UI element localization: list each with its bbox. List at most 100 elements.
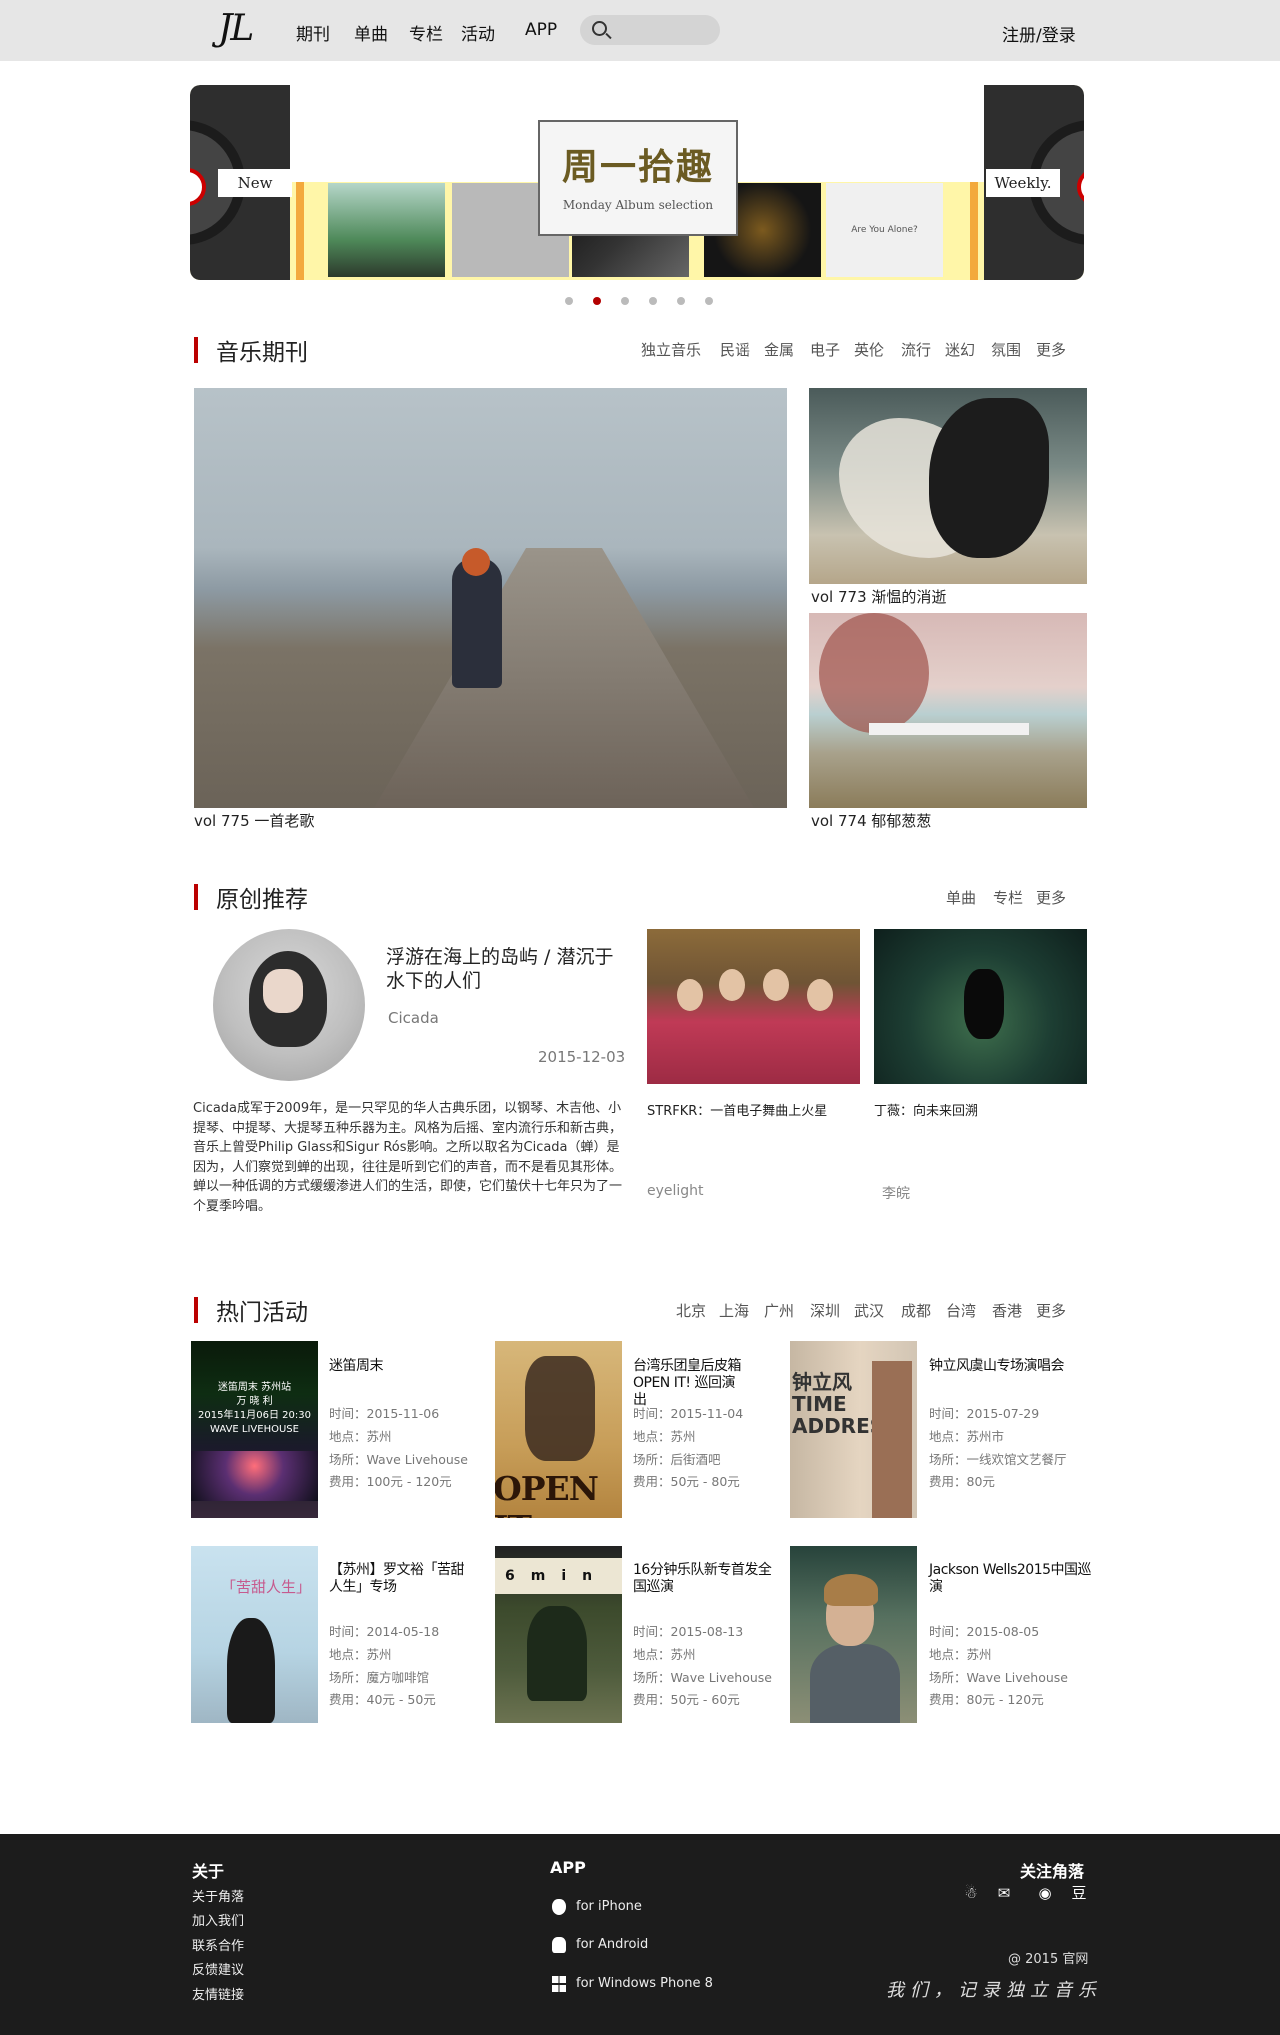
event-poster[interactable]: 迷笛周末 苏州站 万 晓 利 2015年11月06日 20:30 WAVE LI… — [191, 1341, 318, 1518]
section-accent-bar — [194, 884, 198, 910]
carousel-dot[interactable] — [565, 297, 573, 305]
event-title[interactable]: 迷笛周末 — [329, 1358, 489, 1375]
poster-text: 「苦甜人生」 — [221, 1578, 312, 1596]
footer-link-about[interactable]: 关于角落 — [192, 1886, 244, 1905]
event-title[interactable]: 钟立风虞山专场演唱会 — [929, 1358, 1089, 1375]
journal-side-image-1[interactable] — [809, 388, 1087, 584]
banner-carousel[interactable]: New Weekly. Are You Alone? 周一拾趣 Monday A… — [190, 85, 1084, 280]
footer-link-join[interactable]: 加入我们 — [192, 1910, 244, 1929]
journal-tag-pop[interactable]: 流行 — [901, 339, 931, 360]
feature-title[interactable]: 浮游在海上的岛屿 / 潜沉于水下的人们 — [386, 945, 626, 993]
footer-app-windows[interactable]: for Windows Phone 8 — [576, 1976, 713, 1991]
event-time: 时间：2015-11-06 — [329, 1406, 440, 1421]
city-wuhan[interactable]: 武汉 — [854, 1300, 884, 1321]
event-place: 地点：苏州 — [633, 1429, 696, 1444]
footer-app-android[interactable]: for Android — [576, 1937, 648, 1952]
city-shanghai[interactable]: 上海 — [719, 1300, 749, 1321]
event-venue: 场所：一线欢馆文艺餐厅 — [929, 1452, 1067, 1467]
city-chengdu[interactable]: 成都 — [901, 1300, 931, 1321]
journal-tag-ambient[interactable]: 氛围 — [991, 339, 1021, 360]
journal-tag-indie[interactable]: 独立音乐 — [641, 339, 701, 360]
search-box[interactable] — [580, 15, 720, 45]
city-taiwan[interactable]: 台湾 — [946, 1300, 976, 1321]
search-input[interactable] — [616, 19, 712, 41]
event-poster[interactable]: 6min — [495, 1546, 622, 1723]
weibo-icon[interactable]: ◉ — [1036, 1884, 1054, 1902]
footer-link-friends[interactable]: 友情链接 — [192, 1984, 244, 2003]
journal-main-image[interactable] — [194, 388, 787, 808]
event-poster[interactable]: 钟立风 TIME ADDRESS — [790, 1341, 917, 1518]
event-time: 时间：2015-08-13 — [633, 1624, 744, 1639]
nav-journal[interactable]: 期刊 — [296, 20, 330, 45]
footer-link-contact[interactable]: 联系合作 — [192, 1935, 244, 1954]
journal-main-caption[interactable]: vol 775 一首老歌 — [194, 810, 314, 831]
event-place: 地点：苏州市 — [929, 1429, 1005, 1444]
feature-artist[interactable]: Cicada — [388, 1009, 439, 1027]
event-title[interactable]: 台湾乐团皇后皮箱 OPEN IT! 巡回演出 — [633, 1358, 748, 1409]
journal-side-image-2[interactable] — [809, 613, 1087, 808]
rec-caption-2[interactable]: 丁薇：向未来回溯 — [874, 1100, 978, 1119]
windows-icon — [552, 1976, 566, 1992]
artist-avatar[interactable] — [213, 929, 365, 1081]
original-tab-columns[interactable]: 专栏 — [993, 887, 1023, 908]
album-cover[interactable] — [328, 183, 445, 277]
section-title-journal: 音乐期刊 — [216, 340, 308, 366]
original-tab-singles[interactable]: 单曲 — [946, 887, 976, 908]
event-fee: 费用：50元 - 60元 — [633, 1692, 740, 1707]
journal-tag-metal[interactable]: 金属 — [764, 339, 794, 360]
journal-side-caption-2[interactable]: vol 774 郁郁葱葱 — [811, 810, 931, 831]
nav-events[interactable]: 活动 — [461, 20, 495, 45]
rec-author-1[interactable]: eyelight — [647, 1183, 704, 1199]
carousel-dot[interactable] — [677, 297, 685, 305]
poster-text: 钟立风 TIME ADDRESS — [792, 1370, 898, 1438]
poster-text: 迷笛周末 苏州站 万 晓 利 2015年11月06日 20:30 WAVE LI… — [198, 1382, 311, 1435]
city-shenzhen[interactable]: 深圳 — [810, 1300, 840, 1321]
rec-author-2[interactable]: 李皖 — [882, 1183, 910, 1203]
journal-tag-electronic[interactable]: 电子 — [810, 339, 840, 360]
journal-tag-more[interactable]: 更多 — [1036, 339, 1066, 360]
nav-columns[interactable]: 专栏 — [409, 20, 443, 45]
carousel-dot[interactable] — [649, 297, 657, 305]
android-icon — [552, 1937, 566, 1953]
event-poster[interactable]: OPEN IT — [495, 1341, 622, 1518]
event-title[interactable]: 16分钟乐队新专首发全国巡演 — [633, 1562, 778, 1596]
event-poster[interactable] — [790, 1546, 917, 1723]
banner-new-tag: New — [218, 169, 292, 197]
feature-description: Cicada成军于2009年，是一只罕见的华人古典乐团，以钢琴、木吉他、小提琴、… — [193, 1101, 623, 1214]
carousel-dot-active[interactable] — [593, 297, 601, 305]
journal-side-caption-1[interactable]: vol 773 渐愠的消逝 — [811, 586, 946, 607]
city-guangzhou[interactable]: 广州 — [764, 1300, 794, 1321]
event-venue: 场所：Wave Livehouse — [329, 1452, 469, 1467]
journal-tag-britpop[interactable]: 英伦 — [854, 339, 884, 360]
city-more[interactable]: 更多 — [1036, 1300, 1066, 1321]
city-hongkong[interactable]: 香港 — [992, 1300, 1022, 1321]
rec-caption-1[interactable]: STRFKR：一首电子舞曲上火星 — [647, 1100, 827, 1119]
footer-slogan: 我们，记录独立音乐 — [886, 1980, 1102, 2001]
carousel-dot[interactable] — [705, 297, 713, 305]
event-title[interactable]: 【苏州】罗文裕「苦甜人生」专场 — [329, 1562, 465, 1596]
rec-image-2[interactable] — [874, 929, 1087, 1084]
nav-singles[interactable]: 单曲 — [354, 20, 388, 45]
site-logo[interactable]: JL — [218, 8, 254, 49]
qq-icon[interactable]: ☃ — [962, 1884, 980, 1902]
city-beijing[interactable]: 北京 — [676, 1300, 706, 1321]
rec-image-1[interactable] — [647, 929, 860, 1084]
journal-tag-folk[interactable]: 民谣 — [720, 339, 750, 360]
event-title[interactable]: Jackson Wells2015中国巡演 — [929, 1562, 1099, 1596]
wechat-icon[interactable]: ✉ — [995, 1884, 1013, 1902]
login-register-link[interactable]: 注册/登录 — [1002, 21, 1076, 46]
poster-text: 6min — [505, 1568, 609, 1584]
search-icon[interactable] — [592, 21, 607, 36]
top-nav: JL 期刊 单曲 专栏 活动 APP 注册/登录 — [0, 0, 1280, 61]
album-cover[interactable]: Are You Alone? — [826, 183, 943, 277]
footer-app-title: APP — [550, 1858, 586, 1877]
original-tab-more[interactable]: 更多 — [1036, 887, 1066, 908]
event-poster[interactable]: 「苦甜人生」 — [191, 1546, 318, 1723]
footer-link-feedback[interactable]: 反馈建议 — [192, 1959, 244, 1978]
carousel-dot[interactable] — [621, 297, 629, 305]
douban-icon[interactable]: 豆 — [1070, 1884, 1088, 1902]
nav-app[interactable]: APP — [525, 20, 557, 40]
footer-app-iphone[interactable]: for iPhone — [576, 1899, 642, 1914]
event-place: 地点：苏州 — [633, 1647, 696, 1662]
journal-tag-psychedelic[interactable]: 迷幻 — [945, 339, 975, 360]
